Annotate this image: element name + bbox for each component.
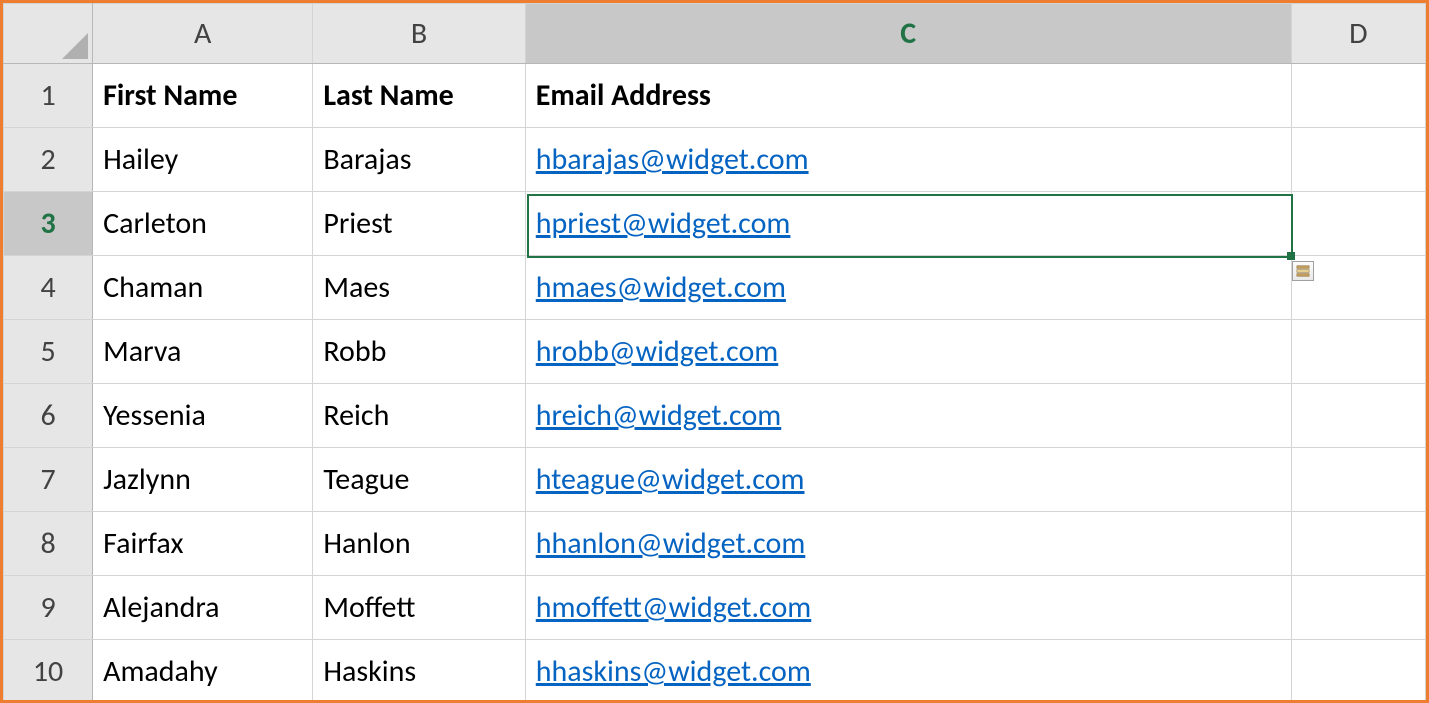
cell-C5[interactable]: hrobb@widget.com	[525, 320, 1291, 384]
cell-C1[interactable]: Email Address	[525, 64, 1291, 128]
cell-A2[interactable]: Hailey	[93, 128, 313, 192]
row-header-5[interactable]: 5	[4, 320, 93, 384]
cell-D2[interactable]	[1291, 128, 1425, 192]
column-header-C[interactable]: C	[525, 4, 1291, 64]
cell-A5[interactable]: Marva	[93, 320, 313, 384]
table-row: 9 Alejandra Moffett hmoffett@widget.com	[4, 576, 1426, 640]
spreadsheet-viewport: A B C D 1 First Name Last Name Email Add…	[0, 0, 1429, 703]
cell-B10[interactable]: Haskins	[313, 640, 525, 703]
cell-C2[interactable]: hbarajas@widget.com	[525, 128, 1291, 192]
cell-A10[interactable]: Amadahy	[93, 640, 313, 703]
cell-A6[interactable]: Yessenia	[93, 384, 313, 448]
select-all-corner[interactable]	[4, 4, 93, 64]
flash-fill-icon	[1296, 264, 1310, 278]
table-row: 7 Jazlynn Teague hteague@widget.com	[4, 448, 1426, 512]
cell-A3[interactable]: Carleton	[93, 192, 313, 256]
cell-D6[interactable]	[1291, 384, 1425, 448]
table-row: 6 Yessenia Reich hreich@widget.com	[4, 384, 1426, 448]
cell-B9[interactable]: Moffett	[313, 576, 525, 640]
select-all-triangle-icon	[62, 33, 88, 59]
cell-C8[interactable]: hhanlon@widget.com	[525, 512, 1291, 576]
table-row: 3 Carleton Priest hpriest@widget.com	[4, 192, 1426, 256]
cell-D3[interactable]	[1291, 192, 1425, 256]
row-header-1[interactable]: 1	[4, 64, 93, 128]
cell-B6[interactable]: Reich	[313, 384, 525, 448]
table-row: 5 Marva Robb hrobb@widget.com	[4, 320, 1426, 384]
row-header-8[interactable]: 8	[4, 512, 93, 576]
worksheet-grid[interactable]: A B C D 1 First Name Last Name Email Add…	[3, 3, 1426, 703]
table-row: 2 Hailey Barajas hbarajas@widget.com	[4, 128, 1426, 192]
cell-C7[interactable]: hteague@widget.com	[525, 448, 1291, 512]
row-header-2[interactable]: 2	[4, 128, 93, 192]
column-header-D[interactable]: D	[1291, 4, 1425, 64]
cell-D9[interactable]	[1291, 576, 1425, 640]
table-row: 4 Chaman Maes hmaes@widget.com	[4, 256, 1426, 320]
column-header-B[interactable]: B	[313, 4, 525, 64]
column-header-row: A B C D	[4, 4, 1426, 64]
cell-C6[interactable]: hreich@widget.com	[525, 384, 1291, 448]
cell-D8[interactable]	[1291, 512, 1425, 576]
flash-fill-smarttag-button[interactable]	[1292, 261, 1314, 281]
cell-B7[interactable]: Teague	[313, 448, 525, 512]
cell-D7[interactable]	[1291, 448, 1425, 512]
table-row: 8 Fairfax Hanlon hhanlon@widget.com	[4, 512, 1426, 576]
row-header-4[interactable]: 4	[4, 256, 93, 320]
table-row: 10 Amadahy Haskins hhaskins@widget.com	[4, 640, 1426, 703]
row-header-6[interactable]: 6	[4, 384, 93, 448]
cell-B1[interactable]: Last Name	[313, 64, 525, 128]
cell-A8[interactable]: Fairfax	[93, 512, 313, 576]
cell-C3[interactable]: hpriest@widget.com	[525, 192, 1291, 256]
cell-C10[interactable]: hhaskins@widget.com	[525, 640, 1291, 703]
row-header-3[interactable]: 3	[4, 192, 93, 256]
table-row: 1 First Name Last Name Email Address	[4, 64, 1426, 128]
cell-A7[interactable]: Jazlynn	[93, 448, 313, 512]
cell-B5[interactable]: Robb	[313, 320, 525, 384]
cell-B3[interactable]: Priest	[313, 192, 525, 256]
cell-A4[interactable]: Chaman	[93, 256, 313, 320]
cell-C4[interactable]: hmaes@widget.com	[525, 256, 1291, 320]
row-header-7[interactable]: 7	[4, 448, 93, 512]
row-header-10[interactable]: 10	[4, 640, 93, 703]
cell-C9[interactable]: hmoffett@widget.com	[525, 576, 1291, 640]
cell-B2[interactable]: Barajas	[313, 128, 525, 192]
cell-A1[interactable]: First Name	[93, 64, 313, 128]
row-header-9[interactable]: 9	[4, 576, 93, 640]
column-header-A[interactable]: A	[93, 4, 313, 64]
cell-B8[interactable]: Hanlon	[313, 512, 525, 576]
cell-D10[interactable]	[1291, 640, 1425, 703]
cell-A9[interactable]: Alejandra	[93, 576, 313, 640]
cell-D1[interactable]	[1291, 64, 1425, 128]
cell-D5[interactable]	[1291, 320, 1425, 384]
cell-B4[interactable]: Maes	[313, 256, 525, 320]
